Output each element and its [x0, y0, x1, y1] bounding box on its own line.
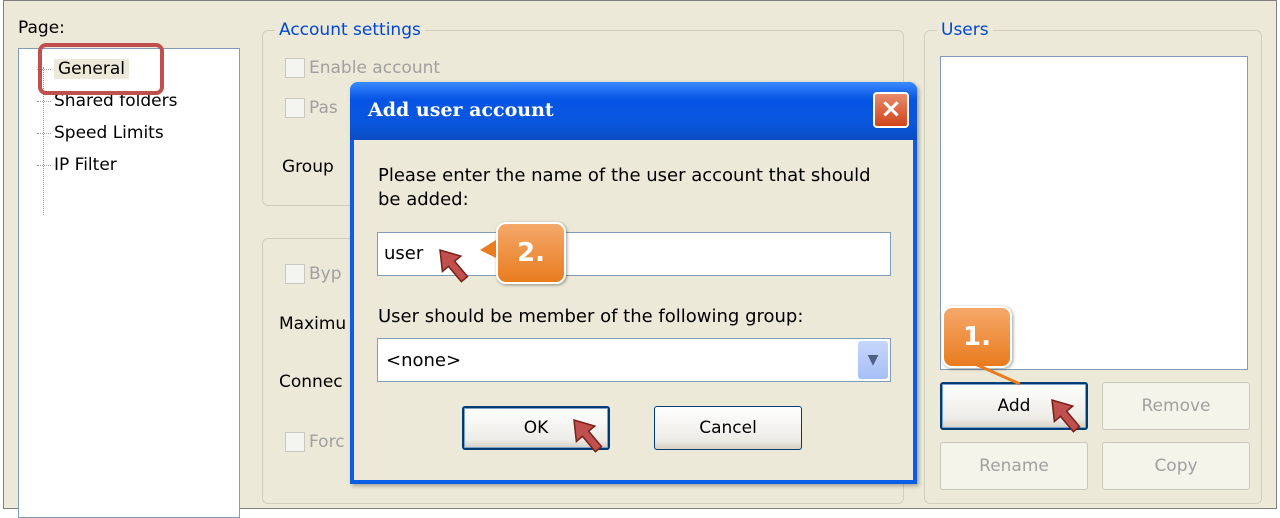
cursor-arrow-icon: [573, 418, 603, 453]
step-2-connector: [480, 240, 496, 258]
step-1-connector: [974, 362, 1021, 386]
cursor-arrow-icon: [439, 248, 469, 283]
cursor-arrow-icon: [1051, 398, 1081, 433]
annotation-arrows: [439, 240, 1081, 453]
